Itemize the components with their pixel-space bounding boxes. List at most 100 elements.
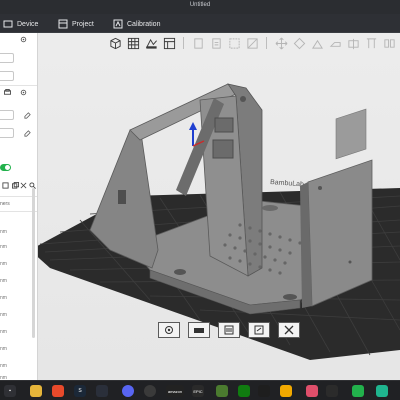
export-button[interactable] [248,322,270,338]
plate-logo: BambuLab [270,179,304,188]
advanced-toggle[interactable] [0,164,11,171]
save-icon[interactable] [2,182,9,189]
printer-select[interactable] [0,53,14,63]
steam-icon[interactable]: S [74,385,86,397]
menu-device[interactable]: Device [3,17,38,31]
view-button[interactable] [188,322,210,338]
process-select[interactable] [0,128,14,138]
copy-icon [193,37,203,49]
xbox-icon[interactable] [238,385,250,397]
title-bar: Untitled [0,0,400,14]
menu-bar: Device Project Calibration [0,14,400,33]
slot-cutout [118,190,126,204]
arrange-button[interactable] [144,36,158,50]
copy-button[interactable] [191,36,205,50]
lay-flat-icon [329,41,341,47]
unit-label: nm [0,363,7,369]
bambu-icon[interactable] [352,385,364,397]
edit-icon[interactable] [24,112,31,119]
slice-button[interactable] [218,322,240,338]
close-icon [284,325,294,335]
select-icon [228,37,240,49]
grid-button[interactable] [126,36,140,50]
window-cutout [214,117,234,133]
printer-icon[interactable] [4,89,11,96]
menu-project-label: Project [72,20,94,28]
lay-flat-button[interactable] [328,36,342,50]
window-cutout [212,139,234,159]
add-cube-icon [109,37,121,49]
export-icon [254,325,264,335]
cut-icon [246,37,258,49]
view-icon [194,328,204,333]
device-icon [3,20,13,28]
move-icon [275,37,287,49]
section-label: ners [0,201,10,207]
paste-button[interactable] [209,36,223,50]
view-toolbar [158,322,300,338]
add-part-button[interactable] [108,36,122,50]
apple-icon[interactable] [258,385,270,397]
unit-label: nm [0,312,7,318]
filament-select[interactable] [0,110,14,120]
grid-icon [127,37,139,49]
steam-icon[interactable] [96,385,108,397]
copy-icon[interactable] [12,182,19,189]
cut-button[interactable] [245,36,259,50]
split-button[interactable] [346,36,360,50]
mirror-icon [383,38,395,48]
support-button[interactable] [364,36,378,50]
settings-sidebar: ners nm nm nm nm nm nm nm nm nm nm [0,33,38,380]
bambu-icon[interactable] [326,385,338,397]
menu-project[interactable]: Project [58,17,94,31]
paste-icon [211,37,221,49]
taskbar: ▪ S amazon EPIC [0,380,400,400]
unit-label: nm [0,295,7,301]
unit-label: nm [0,346,7,352]
orient-icon [165,326,173,334]
layout-icon [163,37,175,49]
gear-icon[interactable] [20,36,27,43]
mirror-button[interactable] [382,36,396,50]
unit-label: nm [0,244,7,250]
rotate-icon [293,37,305,49]
close-view-button[interactable] [278,322,300,338]
menu-calibration-label: Calibration [127,20,161,28]
brave-icon[interactable] [52,385,64,397]
orient-button[interactable] [158,322,180,338]
move-button[interactable] [274,36,288,50]
settings-icon[interactable] [20,89,27,96]
arrange-icon [145,38,157,49]
close-icon[interactable] [20,182,27,189]
slice-icon [224,325,234,335]
rotate-button[interactable] [292,36,306,50]
calibration-icon [113,19,123,29]
windows-icon[interactable]: ▪ [4,385,16,397]
plate-select[interactable] [0,71,14,81]
menu-calibration[interactable]: Calibration [113,17,160,31]
files-icon[interactable] [30,385,42,397]
obs-icon[interactable] [144,385,156,397]
amazon-icon[interactable]: amazon [166,385,184,397]
unit-label: nm [0,329,7,335]
project-icon [58,19,68,29]
toolbar-divider [183,37,184,49]
epic-icon[interactable]: EPIC [192,385,204,397]
music-icon[interactable] [306,385,318,397]
sidebar-scrollbar[interactable] [32,188,35,338]
select-button[interactable] [227,36,241,50]
scale-button[interactable] [310,36,324,50]
ubisoft-icon[interactable] [280,385,292,397]
support-icon [366,37,376,48]
object-toolbar [108,34,400,52]
minecraft-icon[interactable] [216,385,228,397]
unit-label: nm [0,261,7,267]
chat-icon[interactable] [376,385,388,397]
pivot-hole [240,96,246,102]
layout-button[interactable] [162,36,176,50]
divider [0,85,37,86]
unit-label: nm [0,229,7,235]
edit-icon[interactable] [24,130,31,137]
access-panel [335,108,367,160]
discord-icon[interactable] [122,385,134,397]
